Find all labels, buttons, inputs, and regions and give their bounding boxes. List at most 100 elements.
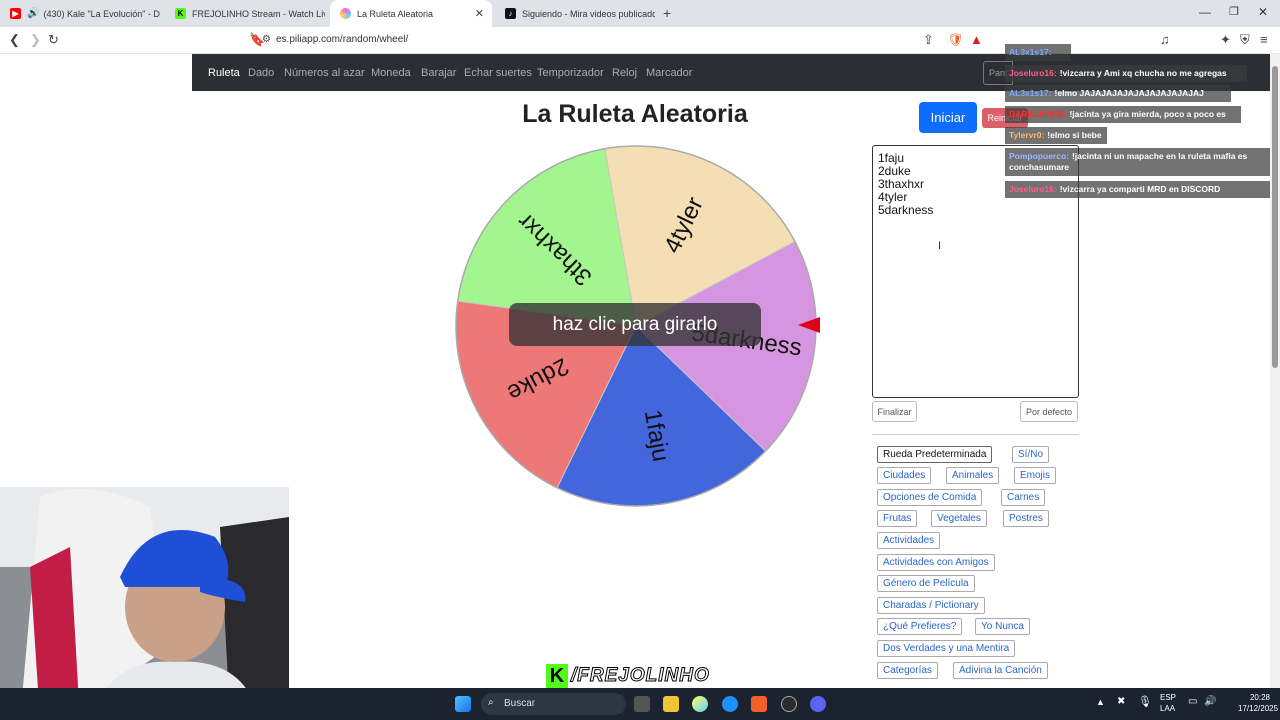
obs-icon[interactable]: [781, 696, 797, 712]
nav-ruleta[interactable]: Ruleta: [208, 67, 240, 79]
preset-vegetables[interactable]: Vegetales: [931, 510, 987, 527]
brave-icon[interactable]: [751, 696, 767, 712]
tab-title: Siguiendo - Mira videos publicados p: [522, 8, 655, 19]
media-icon[interactable]: ♫: [1160, 32, 1170, 47]
tab-youtube[interactable]: ▶ 🔊 (430) Kale "La Evolución" - Digan: [0, 0, 160, 27]
chat-message: AL3x1s17:: [1005, 44, 1071, 61]
close-tab-icon[interactable]: ✕: [475, 7, 484, 20]
chat-message: Pompopuerco: !jacinta ni un mapache en la…: [1005, 148, 1270, 176]
address-bar-row: ❮ ❯ ↻ 🔖 ⚙ ⇪ 🛡 ▲ ♫ ✦ ⛨ ≡: [0, 27, 1280, 72]
taskbar-search-placeholder: Buscar: [504, 698, 536, 709]
tab-title: (430) Kale "La Evolución" - Digan: [43, 8, 160, 19]
preset-charades[interactable]: Charadas / Pictionary: [877, 597, 985, 614]
back-icon[interactable]: ❮: [9, 32, 20, 48]
vpn-icon[interactable]: ⛨: [1240, 32, 1250, 48]
nav-marcador[interactable]: Marcador: [646, 67, 692, 79]
nav-echar-suertes[interactable]: Echar suertes: [464, 67, 532, 79]
forward-icon[interactable]: ❯: [30, 32, 41, 48]
preset-never-have-i[interactable]: Yo Nunca: [975, 618, 1030, 635]
streamer-webcam-image: [0, 487, 289, 720]
brave-rewards-icon[interactable]: ▲: [970, 32, 983, 47]
preset-guess-song[interactable]: Adivina la Canción: [953, 662, 1048, 679]
preset-yes-no[interactable]: Sí/No: [1012, 446, 1050, 463]
preset-two-truths[interactable]: Dos Verdades y una Mentira: [877, 640, 1016, 657]
kick-icon: K: [175, 8, 186, 19]
language-indicator[interactable]: ESP LAA: [1160, 692, 1176, 714]
url-field[interactable]: es.piliapp.com/random/wheel/: [276, 34, 408, 45]
nav-barajar[interactable]: Barajar: [421, 67, 456, 79]
preset-activities[interactable]: Actividades: [877, 532, 941, 549]
discord-icon[interactable]: [810, 696, 826, 712]
preset-categories[interactable]: Categorías: [877, 662, 938, 679]
watermark-text: /FREJOLINHO: [571, 665, 710, 687]
keyboard-layout: LAA: [1160, 704, 1176, 713]
spin-hint-overlay[interactable]: haz clic para girarlo: [509, 303, 761, 346]
entry-line: 5darkness: [878, 203, 934, 217]
nav-moneda[interactable]: Moneda: [371, 67, 411, 79]
task-view-icon[interactable]: [634, 696, 650, 712]
tab-title: La Ruleta Aleatoria: [357, 8, 434, 19]
page-title: La Ruleta Aleatoria: [522, 100, 748, 128]
reload-icon[interactable]: ↻: [48, 32, 59, 48]
chat-user: Tylervr0:: [1009, 130, 1045, 140]
tab-tiktok[interactable]: ♪ Siguiendo - Mira videos publicados p: [495, 0, 655, 27]
preset-activities-friends[interactable]: Actividades con Amigos: [877, 554, 995, 571]
preset-animals[interactable]: Animales: [946, 467, 1000, 484]
preset-would-you-rather[interactable]: ¿Qué Prefieres?: [877, 618, 963, 635]
leo-icon[interactable]: ✦: [1220, 32, 1231, 48]
finish-button[interactable]: Finalizar: [872, 401, 917, 422]
close-window-icon[interactable]: ✕: [1258, 5, 1268, 19]
clock-time: 20:28: [1249, 693, 1270, 702]
chat-message: Joseluro16: !vizcarra y Ami xq chucha no …: [1005, 65, 1247, 82]
preset-food[interactable]: Opciones de Comida: [877, 489, 983, 506]
chat-message: Joseluro16: !vizcarra ya comparti MRD en …: [1005, 181, 1270, 198]
piliapp-icon: [340, 8, 351, 19]
start-button[interactable]: Iniciar: [919, 102, 977, 133]
preset-fruits[interactable]: Frutas: [877, 510, 918, 527]
nav-reloj[interactable]: Reloj: [612, 67, 637, 79]
display-icon[interactable]: ▭: [1188, 696, 1197, 707]
speaker-icon: 🔊: [27, 8, 40, 19]
stream-watermark: K /FREJOLINHO: [546, 664, 710, 688]
tray-chevron-icon[interactable]: ▲: [1096, 697, 1105, 707]
preset-cities[interactable]: Ciudades: [877, 467, 932, 484]
kick-logo-icon: K: [546, 664, 568, 688]
search-icon: ⌕: [488, 697, 494, 708]
microphone-icon[interactable]: 🎙: [1138, 695, 1152, 708]
tray-network-off-icon[interactable]: ✖: [1117, 696, 1125, 707]
tab-kick[interactable]: K FREJOLINHO Stream - Watch Live on: [165, 0, 325, 27]
chat-message: AL3x1s17: !elmo JAJAJAJAJAJAJAJAJAJAJAJ: [1005, 85, 1231, 102]
chat-user: AL3x1s17:: [1009, 47, 1052, 57]
preset-emojis[interactable]: Emojis: [1014, 467, 1057, 484]
site-info-icon[interactable]: ⚙: [262, 34, 271, 45]
minimize-icon[interactable]: —: [1199, 5, 1211, 19]
default-button[interactable]: Por defecto: [1020, 401, 1078, 422]
restore-icon[interactable]: ❐: [1229, 5, 1239, 18]
preset-meats[interactable]: Carnes: [1001, 489, 1046, 506]
tab-ruleta[interactable]: La Ruleta Aleatoria ✕: [330, 0, 492, 27]
preset-movie-genre[interactable]: Género de Película: [877, 575, 975, 592]
share-icon[interactable]: ⇪: [923, 32, 934, 48]
browser-tab-bar: ▶ 🔊 (430) Kale "La Evolución" - Digan K …: [0, 0, 1280, 27]
taskbar-clock[interactable]: 20:28 17/12/2025: [1238, 692, 1278, 714]
scrollbar-thumb[interactable]: [1272, 66, 1278, 368]
brave-shield-icon[interactable]: 🛡: [947, 32, 964, 48]
youtube-icon: ▶: [10, 8, 21, 19]
tiktok-icon: ♪: [505, 8, 516, 19]
windows-start-icon[interactable]: [455, 696, 471, 712]
webcam-overlay: [0, 487, 289, 720]
nav-temporizador[interactable]: Temporizador: [537, 67, 604, 79]
text-cursor-icon: I: [938, 240, 942, 252]
menu-icon[interactable]: ≡: [1260, 32, 1268, 47]
new-tab-icon[interactable]: +: [663, 5, 671, 21]
file-explorer-icon[interactable]: [663, 696, 679, 712]
chat-text: !elmo si bebe: [1047, 130, 1102, 140]
preset-default-wheel[interactable]: Rueda Predeterminada: [877, 446, 993, 463]
copilot-icon[interactable]: [692, 696, 708, 712]
preset-desserts[interactable]: Postres: [1003, 510, 1049, 527]
taskbar-search[interactable]: [481, 693, 626, 715]
edge-icon[interactable]: [722, 696, 738, 712]
nav-dado[interactable]: Dado: [248, 67, 274, 79]
volume-icon[interactable]: 🔊: [1204, 696, 1216, 707]
nav-numeros[interactable]: Números al azar: [284, 67, 365, 79]
